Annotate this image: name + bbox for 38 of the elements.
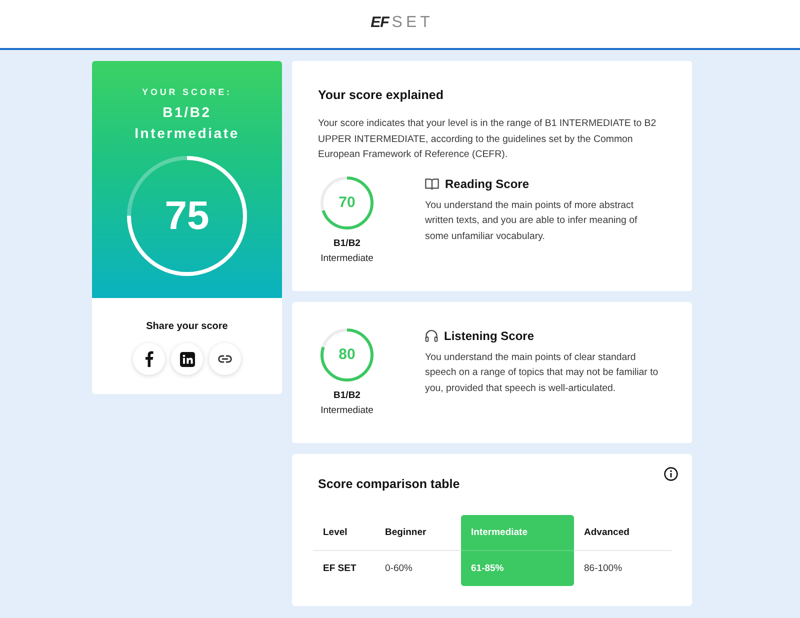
headphones-icon [425, 329, 438, 342]
comparison-title: Score comparison table [318, 476, 460, 492]
table-cell-text: 86-100% [583, 562, 624, 576]
skill-title: Reading Score [445, 176, 530, 192]
score-value: 75 [164, 194, 210, 238]
score-level-code: B1/B2 [162, 103, 212, 122]
score-level-name: Intermediate [134, 124, 240, 143]
skill-progress-ring [320, 176, 374, 229]
skill-score-value: 70 [338, 194, 356, 212]
explanation-text: Your score indicates that your level is in the range of B1 INTERMEDIATE to B2 UPPER INTERMEDIATE, according to the guidelines set by the Common European Framework of Reference (CEFR). [318, 117, 658, 162]
linkedin-share-button[interactable] [171, 343, 203, 375]
row-header-cell-text: EF SET [322, 562, 358, 576]
table-cell: 61-85% [461, 550, 574, 586]
facebook-share-button[interactable] [133, 343, 165, 375]
score-label: YOUR SCORE: [141, 86, 233, 98]
skill-description: You understand the main points of more abstract written texts, and you are able to infer meaning of some unfamiliar vocabulary. [425, 198, 638, 244]
table-cell-text: 0-60% [384, 562, 414, 576]
copy-link-button[interactable] [209, 343, 241, 375]
skill-title: Listening Score [444, 328, 534, 344]
column-header: Level [313, 514, 375, 550]
info-icon[interactable] [664, 466, 678, 480]
column-header: Intermediate [461, 514, 574, 550]
book-icon [425, 178, 439, 190]
skill-level-name: Intermediate [320, 404, 374, 418]
share-title: Share your score [145, 320, 229, 334]
skill-description: You understand the main points of clear standard speech on a range of topics that may not be familiar to you, provided that speech is well-articulated. [425, 350, 660, 396]
explanation-title: Your score explained [318, 87, 445, 104]
link-icon [218, 355, 232, 363]
skill-score-value: 80 [338, 346, 356, 364]
facebook-icon [144, 351, 154, 367]
linkedin-icon [180, 352, 194, 366]
logo-mark[interactable]: EF [370, 14, 389, 31]
column-header: Advanced [574, 514, 672, 550]
logo-wordmark[interactable]: SET [392, 14, 434, 32]
skill-progress-ring [320, 328, 374, 381]
skill-level-code: B1/B2 [334, 388, 360, 402]
skill-level-code: B1/B2 [334, 236, 360, 250]
skill-level-name: Intermediate [320, 252, 374, 266]
